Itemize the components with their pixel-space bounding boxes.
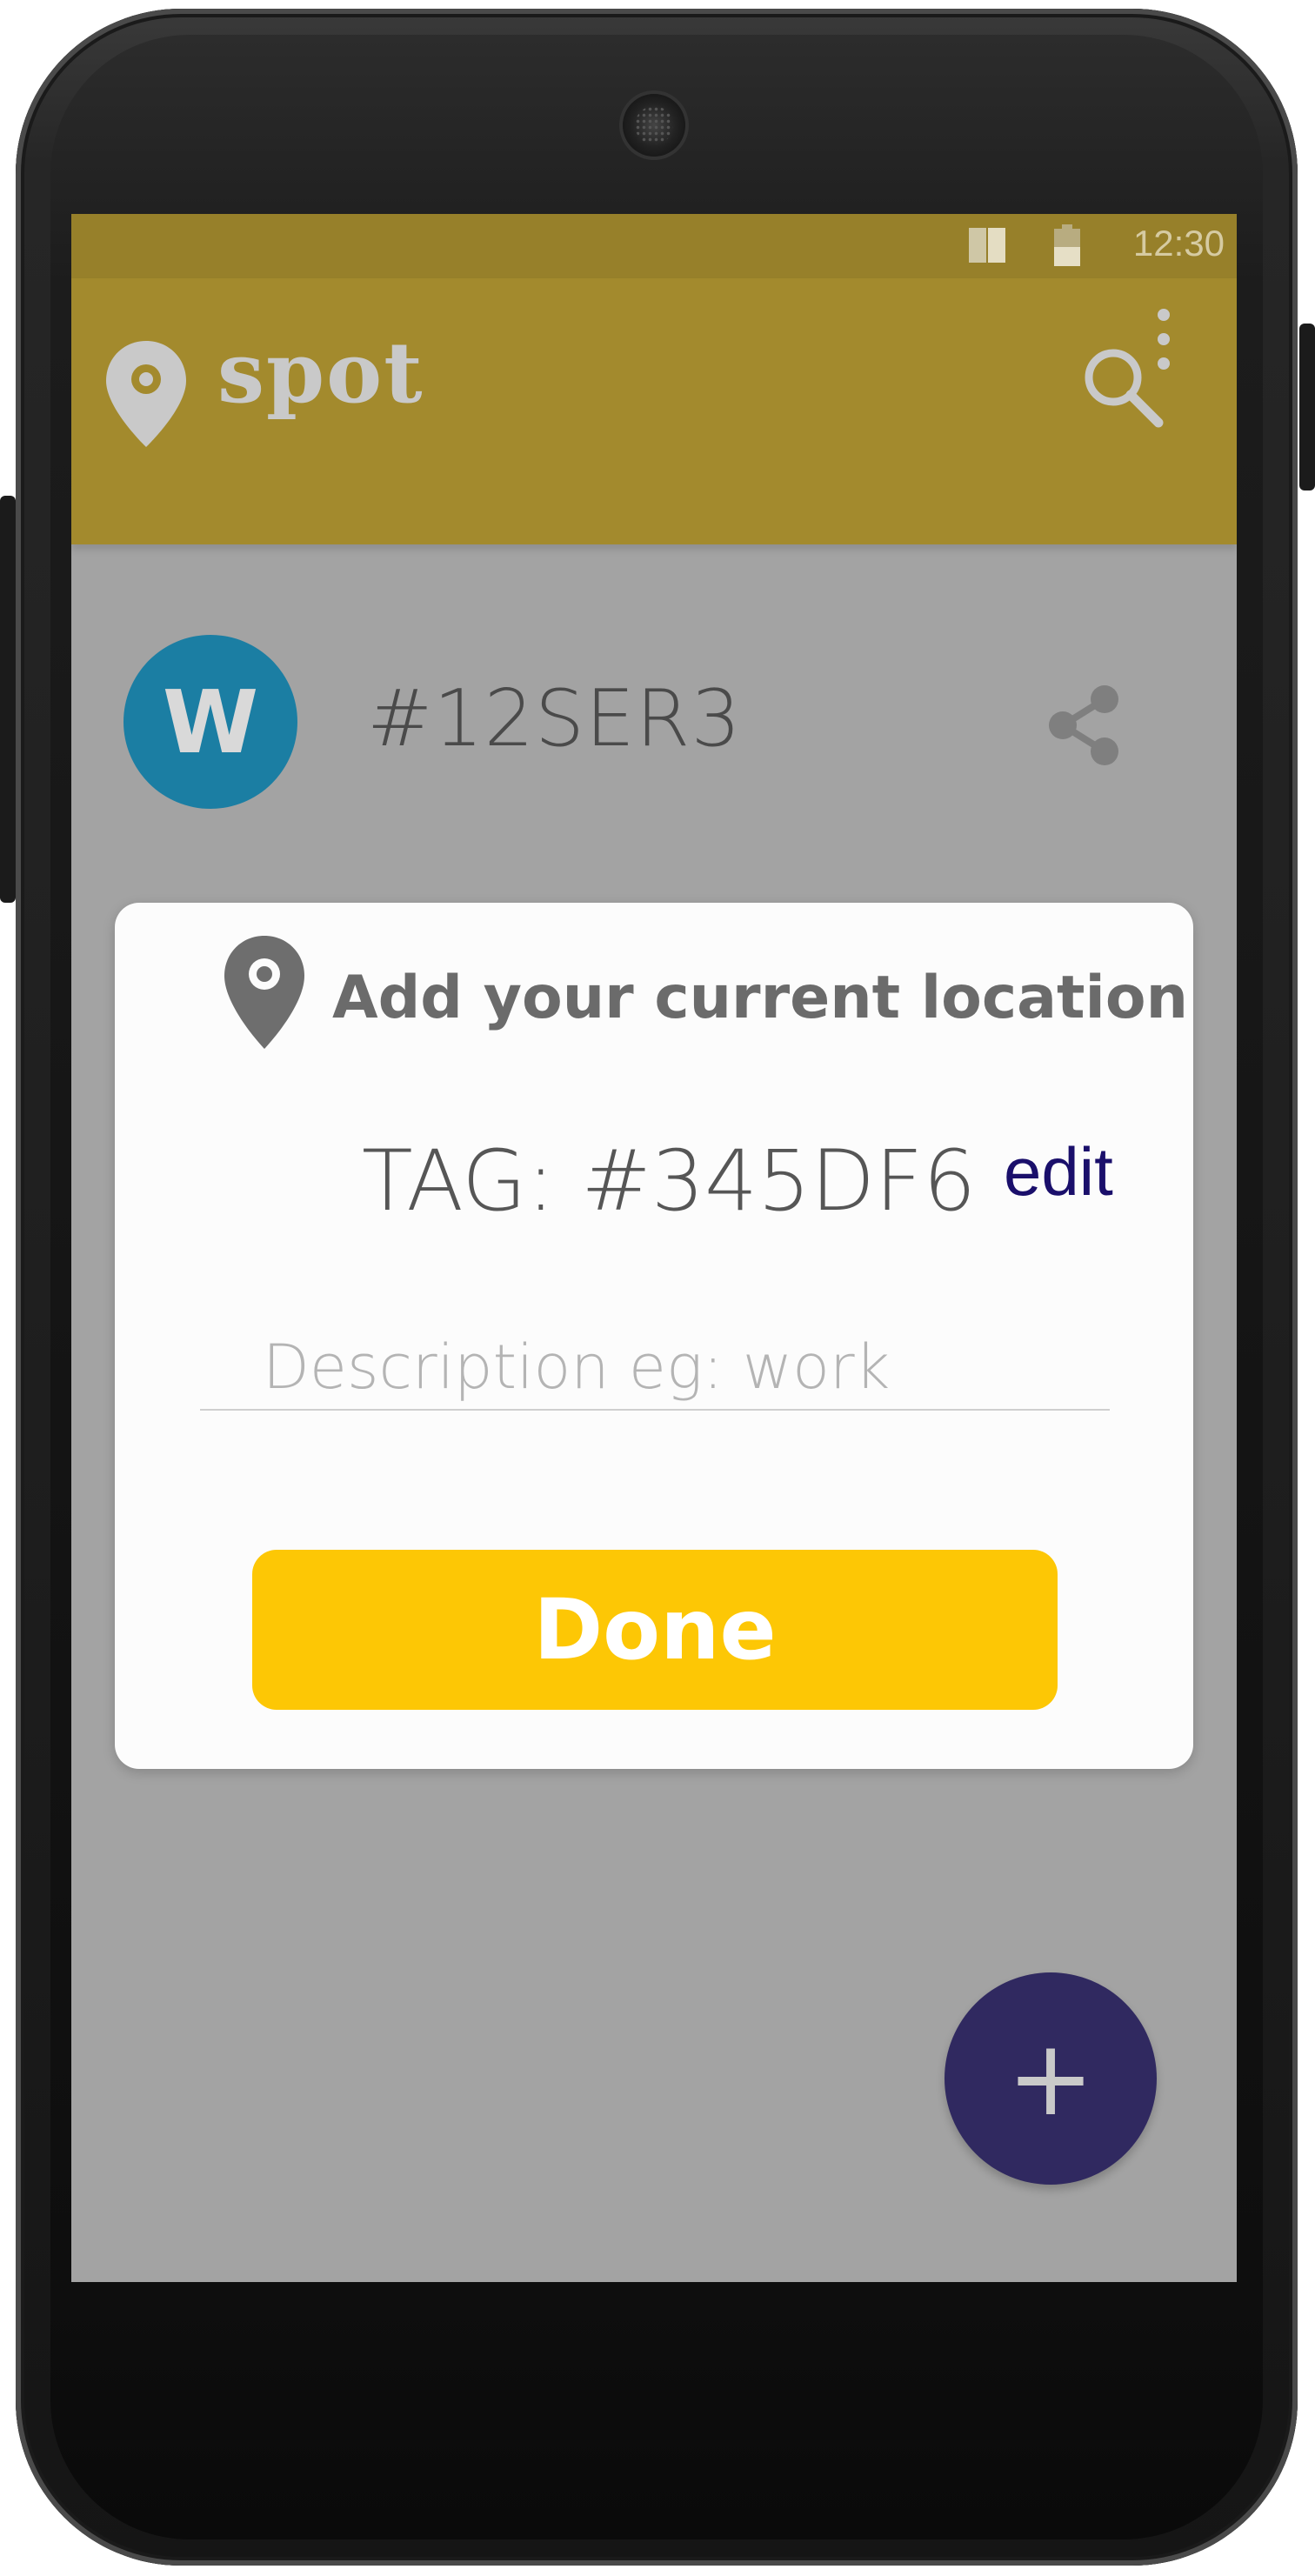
edit-tag-link[interactable]: edit — [1004, 1132, 1113, 1211]
app-name: spot — [217, 324, 424, 422]
power-button — [1299, 324, 1315, 491]
location-pin-icon — [224, 936, 304, 1049]
status-time: 12:30 — [1132, 223, 1225, 264]
dialog-title: Add your current location — [332, 964, 1188, 1032]
earpiece-speaker — [623, 94, 685, 157]
description-input[interactable] — [200, 1325, 1110, 1411]
share-icon[interactable] — [1044, 684, 1124, 767]
done-button[interactable]: Done — [252, 1550, 1058, 1710]
add-location-dialog: Add your current location TAG: #345DF6 e… — [115, 903, 1193, 1769]
location-pin-icon — [106, 341, 186, 447]
list-item[interactable]: W #12SER3 — [71, 544, 1237, 809]
app-bar: spot — [71, 278, 1237, 544]
battery-icon — [1054, 224, 1080, 266]
signal-icon — [969, 228, 1005, 263]
list-item-tag: #12SER3 — [367, 673, 742, 764]
status-bar: 12:30 — [71, 214, 1237, 278]
add-fab-button[interactable]: + — [945, 1972, 1157, 2185]
dialog-tag: TAG: #345DF6 — [362, 1132, 977, 1230]
more-vert-icon[interactable] — [1146, 304, 1181, 374]
volume-button — [0, 496, 16, 903]
screen: 12:30 spot W #12SER3 Add your current lo… — [71, 214, 1237, 2282]
avatar: W — [123, 635, 297, 809]
